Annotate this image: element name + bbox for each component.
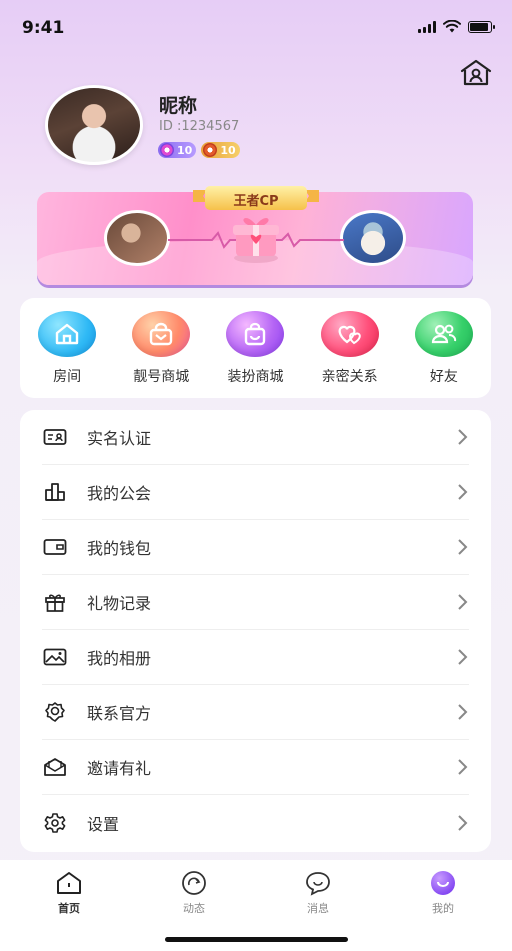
banner-title: 王者CP [233, 194, 279, 209]
chevron-right-icon [458, 429, 468, 445]
shortcut-label: 装扮商城 [227, 369, 284, 385]
wealth-level-value: 10 [177, 143, 193, 157]
menu-item-label: 实名认证 [87, 429, 152, 448]
shortcut-room[interactable]: 房间 [22, 311, 112, 398]
shortcut-friends[interactable]: 好友 [399, 311, 489, 398]
shortcut-pretty-id-store[interactable]: 靓号商城 [116, 311, 206, 398]
message-icon [306, 872, 330, 896]
shortcut-intimacy[interactable]: 亲密关系 [305, 311, 395, 398]
shortcut-label: 好友 [429, 369, 458, 385]
home-indicator[interactable] [165, 937, 348, 942]
level-badges: 10 10 [158, 142, 240, 158]
id-card-icon [42, 426, 68, 448]
menu-item-label: 我的公会 [87, 484, 152, 503]
user-home-icon[interactable] [459, 58, 493, 88]
charm-level-badge: 10 [201, 142, 240, 158]
tab-messages[interactable]: 消息 [278, 870, 358, 916]
wealth-level-badge: 10 [158, 142, 197, 158]
home-icon [57, 872, 81, 894]
shortcut-label: 亲密关系 [321, 369, 378, 385]
chevron-right-icon [458, 814, 468, 831]
menu-item-album[interactable]: 我的相册 [42, 630, 469, 685]
wealth-badge-icon [160, 143, 174, 157]
support-icon [42, 701, 68, 723]
chevron-right-icon [458, 704, 468, 720]
nickname: 昵称 [159, 95, 198, 117]
chevron-right-icon [458, 649, 468, 665]
tab-label: 我的 [432, 902, 454, 915]
menu-item-contact-official[interactable]: 联系官方 [42, 685, 469, 740]
tab-home[interactable]: 首页 [29, 870, 109, 916]
tab-label: 首页 [58, 902, 80, 915]
album-icon [42, 646, 68, 668]
status-icons [418, 20, 495, 33]
chevron-right-icon [458, 594, 468, 610]
tab-profile[interactable]: 我的 [403, 870, 483, 916]
menu-item-label: 联系官方 [87, 704, 152, 723]
menu-item-wallet[interactable]: 我的钱包 [42, 520, 469, 575]
guild-icon [42, 481, 68, 503]
shortcut-label: 房间 [53, 369, 82, 385]
menu-item-label: 我的相册 [87, 649, 152, 668]
gift-bag-icon [226, 311, 285, 357]
menu-list: 实名认证 我的公会 我的钱包 礼物记录 我的相册 联系官方 邀请有礼 设置 [20, 410, 491, 852]
tab-label: 消息 [307, 902, 329, 915]
menu-item-label: 邀请有礼 [87, 759, 152, 778]
menu-item-label: 礼物记录 [87, 594, 152, 613]
battery-icon [468, 20, 495, 33]
profile-icon [431, 871, 455, 895]
cp-left-avatar[interactable] [104, 210, 170, 266]
menu-item-invite[interactable]: 邀请有礼 [42, 740, 469, 795]
invite-icon [42, 756, 68, 778]
shortcut-dressup-store[interactable]: 装扮商城 [210, 311, 300, 398]
wifi-icon [443, 20, 461, 33]
shopping-bag-icon [132, 311, 191, 357]
cellular-signal-icon [418, 20, 436, 33]
hearts-icon [320, 311, 379, 357]
menu-item-settings[interactable]: 设置 [42, 795, 469, 850]
menu-item-label: 设置 [87, 814, 120, 834]
status-bar: 9:41 [0, 0, 512, 58]
chevron-right-icon [458, 759, 468, 775]
settings-icon [42, 812, 68, 834]
gift-box-icon [233, 217, 279, 263]
gift-icon [42, 591, 68, 613]
house-icon [38, 311, 97, 357]
chevron-right-icon [458, 539, 468, 555]
chevron-right-icon [458, 484, 468, 500]
shortcut-label: 靓号商城 [133, 369, 190, 385]
charm-level-value: 10 [220, 143, 236, 157]
status-time: 9:41 [22, 18, 65, 38]
wallet-icon [42, 536, 68, 558]
avatar[interactable] [45, 85, 143, 165]
shortcut-grid: 房间 靓号商城 装扮商城 亲密关系 好友 [20, 298, 491, 398]
tab-label: 动态 [183, 902, 205, 915]
menu-item-label: 我的钱包 [87, 539, 152, 558]
menu-item-gift-records[interactable]: 礼物记录 [42, 575, 469, 630]
moments-icon [182, 871, 206, 895]
tab-moments[interactable]: 动态 [154, 870, 234, 916]
menu-item-real-name[interactable]: 实名认证 [42, 410, 469, 465]
friends-icon [414, 311, 473, 357]
battery-level [470, 22, 488, 31]
cp-right-avatar[interactable] [340, 210, 406, 266]
menu-item-guild[interactable]: 我的公会 [42, 465, 469, 520]
charm-badge-icon [203, 143, 218, 157]
user-id: ID :1234567 [159, 119, 240, 134]
